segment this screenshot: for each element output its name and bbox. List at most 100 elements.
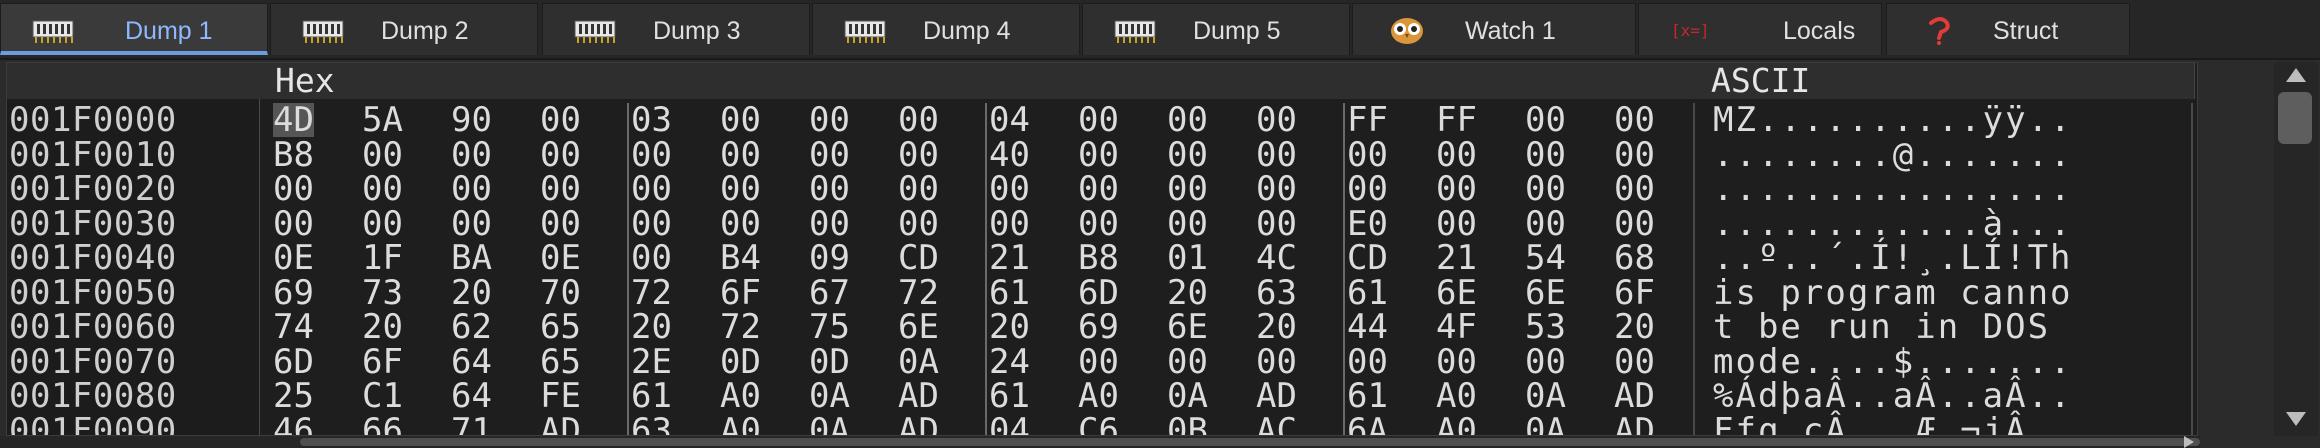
hex-byte-cell[interactable]: A0 bbox=[1436, 379, 1477, 413]
hex-byte-cell[interactable]: 00 bbox=[1347, 345, 1388, 379]
hex-byte-cell[interactable]: AD bbox=[898, 379, 939, 413]
hex-byte-cell[interactable]: AD bbox=[1614, 414, 1655, 436]
hex-byte-cell[interactable]: 00 bbox=[1614, 345, 1655, 379]
hex-byte-cell[interactable]: 00 bbox=[540, 103, 581, 137]
hex-byte-cell[interactable]: 00 bbox=[1256, 207, 1297, 241]
row-address[interactable]: 001F0050 bbox=[9, 276, 177, 310]
hex-byte-cell[interactable]: 00 bbox=[451, 207, 492, 241]
hex-byte-cell[interactable]: 46 bbox=[273, 414, 314, 436]
hex-byte-cell[interactable]: 0A bbox=[1525, 414, 1566, 436]
hex-byte-cell[interactable]: 4C bbox=[1256, 241, 1297, 275]
hex-byte-cell[interactable]: 00 bbox=[898, 172, 939, 206]
hex-byte-cell[interactable]: 00 bbox=[1436, 172, 1477, 206]
hex-byte-cell[interactable]: A0 bbox=[720, 379, 761, 413]
hex-byte-cell[interactable]: 00 bbox=[898, 207, 939, 241]
hex-byte-cell[interactable]: 69 bbox=[1078, 310, 1119, 344]
horizontal-scrollbar-thumb[interactable] bbox=[300, 438, 2200, 446]
row-address[interactable]: 001F0060 bbox=[9, 310, 177, 344]
hex-byte-cell[interactable]: 00 bbox=[1167, 103, 1208, 137]
hex-byte-cell[interactable]: B8 bbox=[273, 138, 314, 172]
hex-byte-cell[interactable]: 00 bbox=[1078, 138, 1119, 172]
hex-byte-cell[interactable]: 0A bbox=[1167, 379, 1208, 413]
hex-byte-cell[interactable]: 00 bbox=[1525, 138, 1566, 172]
hex-byte-cell[interactable]: E0 bbox=[1347, 207, 1388, 241]
hex-byte-cell[interactable]: 61 bbox=[1347, 379, 1388, 413]
hex-byte-cell[interactable]: 00 bbox=[1078, 103, 1119, 137]
hex-byte-cell[interactable]: 00 bbox=[989, 172, 1030, 206]
hex-byte-cell[interactable]: 62 bbox=[451, 310, 492, 344]
ascii-text-cell[interactable]: %ÁdþaÂ..aÂ..aÂ.. bbox=[1713, 379, 2073, 413]
hex-byte-cell[interactable]: 21 bbox=[989, 241, 1030, 275]
hex-byte-cell[interactable]: 0A bbox=[809, 379, 850, 413]
hex-byte-cell[interactable]: 00 bbox=[1347, 172, 1388, 206]
hex-byte-cell[interactable]: 6E bbox=[1525, 276, 1566, 310]
hex-byte-cell[interactable]: 00 bbox=[1167, 172, 1208, 206]
hex-byte-cell[interactable]: 00 bbox=[898, 138, 939, 172]
hex-byte-cell[interactable]: 65 bbox=[540, 345, 581, 379]
hex-byte-cell[interactable]: 6E bbox=[1167, 310, 1208, 344]
hex-byte-cell[interactable]: 72 bbox=[631, 276, 672, 310]
hex-byte-cell[interactable]: 44 bbox=[1347, 310, 1388, 344]
hex-byte-cell[interactable]: 72 bbox=[720, 310, 761, 344]
hex-byte-cell[interactable]: 00 bbox=[540, 207, 581, 241]
hex-byte-cell[interactable]: 00 bbox=[451, 138, 492, 172]
hex-byte-cell[interactable]: 90 bbox=[451, 103, 492, 137]
hex-byte-cell[interactable]: 20 bbox=[1614, 310, 1655, 344]
hex-byte-cell[interactable]: 20 bbox=[631, 310, 672, 344]
hex-byte-cell[interactable]: 00 bbox=[1525, 103, 1566, 137]
hex-byte-cell[interactable]: 00 bbox=[451, 172, 492, 206]
hex-byte-cell[interactable]: 00 bbox=[809, 207, 850, 241]
hex-byte-cell[interactable]: 00 bbox=[1167, 138, 1208, 172]
hex-byte-cell[interactable]: 2E bbox=[631, 345, 672, 379]
hex-byte-cell[interactable]: 0D bbox=[809, 345, 850, 379]
hex-byte-cell[interactable]: B8 bbox=[1078, 241, 1119, 275]
hex-byte-cell[interactable]: 20 bbox=[1167, 276, 1208, 310]
hex-byte-cell[interactable]: 00 bbox=[1256, 172, 1297, 206]
ascii-column-header[interactable]: ASCII bbox=[1695, 63, 2195, 99]
hex-byte-cell[interactable]: 6F bbox=[720, 276, 761, 310]
scroll-up-arrow-icon[interactable] bbox=[2286, 68, 2306, 82]
hex-byte-cell[interactable]: 00 bbox=[540, 138, 581, 172]
hex-byte-cell[interactable]: A0 bbox=[720, 414, 761, 436]
hex-byte-cell[interactable]: 70 bbox=[540, 276, 581, 310]
hex-byte-cell[interactable]: B4 bbox=[720, 241, 761, 275]
hex-byte-cell[interactable]: 25 bbox=[273, 379, 314, 413]
tab-dump-2[interactable]: Dump 2 bbox=[270, 3, 538, 55]
ascii-text-cell[interactable]: ................ bbox=[1713, 172, 2073, 206]
hex-byte-cell[interactable]: 6F bbox=[1614, 276, 1655, 310]
hex-byte-cell[interactable]: 4D bbox=[273, 103, 314, 137]
row-address[interactable]: 001F0030 bbox=[9, 207, 177, 241]
hex-byte-cell[interactable]: 00 bbox=[631, 138, 672, 172]
hex-byte-cell[interactable]: 69 bbox=[273, 276, 314, 310]
hex-byte-cell[interactable]: 65 bbox=[540, 310, 581, 344]
scrollbar-thumb[interactable] bbox=[2278, 92, 2312, 144]
hex-byte-cell[interactable]: C1 bbox=[362, 379, 403, 413]
hex-byte-cell[interactable]: 00 bbox=[1256, 138, 1297, 172]
hex-byte-cell[interactable]: 00 bbox=[540, 172, 581, 206]
hex-byte-cell[interactable]: 66 bbox=[362, 414, 403, 436]
hex-byte-cell[interactable]: 0A bbox=[1525, 379, 1566, 413]
hex-byte-cell[interactable]: AD bbox=[540, 414, 581, 436]
hex-byte-cell[interactable]: 20 bbox=[362, 310, 403, 344]
hex-byte-cell[interactable]: 00 bbox=[898, 103, 939, 137]
hex-byte-cell[interactable]: AD bbox=[1614, 379, 1655, 413]
hex-byte-cell[interactable]: 64 bbox=[451, 345, 492, 379]
hex-byte-cell[interactable]: 00 bbox=[631, 172, 672, 206]
hex-byte-cell[interactable]: 0E bbox=[273, 241, 314, 275]
hex-byte-cell[interactable]: 00 bbox=[1614, 207, 1655, 241]
hex-byte-cell[interactable]: 00 bbox=[1078, 345, 1119, 379]
hex-byte-cell[interactable]: 64 bbox=[451, 379, 492, 413]
hex-byte-cell[interactable]: 61 bbox=[631, 379, 672, 413]
ascii-text-cell[interactable]: mode....$....... bbox=[1713, 345, 2073, 379]
hex-byte-cell[interactable]: AD bbox=[1256, 379, 1297, 413]
hex-byte-cell[interactable]: 00 bbox=[720, 138, 761, 172]
hex-byte-cell[interactable]: AC bbox=[1256, 414, 1297, 436]
hex-byte-cell[interactable]: 00 bbox=[1525, 207, 1566, 241]
hex-byte-cell[interactable]: 00 bbox=[273, 172, 314, 206]
hex-byte-cell[interactable]: 00 bbox=[809, 138, 850, 172]
hex-byte-cell[interactable]: 00 bbox=[1525, 345, 1566, 379]
hex-byte-cell[interactable]: 6A bbox=[1347, 414, 1388, 436]
hex-byte-cell[interactable]: 01 bbox=[1167, 241, 1208, 275]
hex-byte-cell[interactable]: 75 bbox=[809, 310, 850, 344]
hex-byte-cell[interactable]: 00 bbox=[809, 103, 850, 137]
